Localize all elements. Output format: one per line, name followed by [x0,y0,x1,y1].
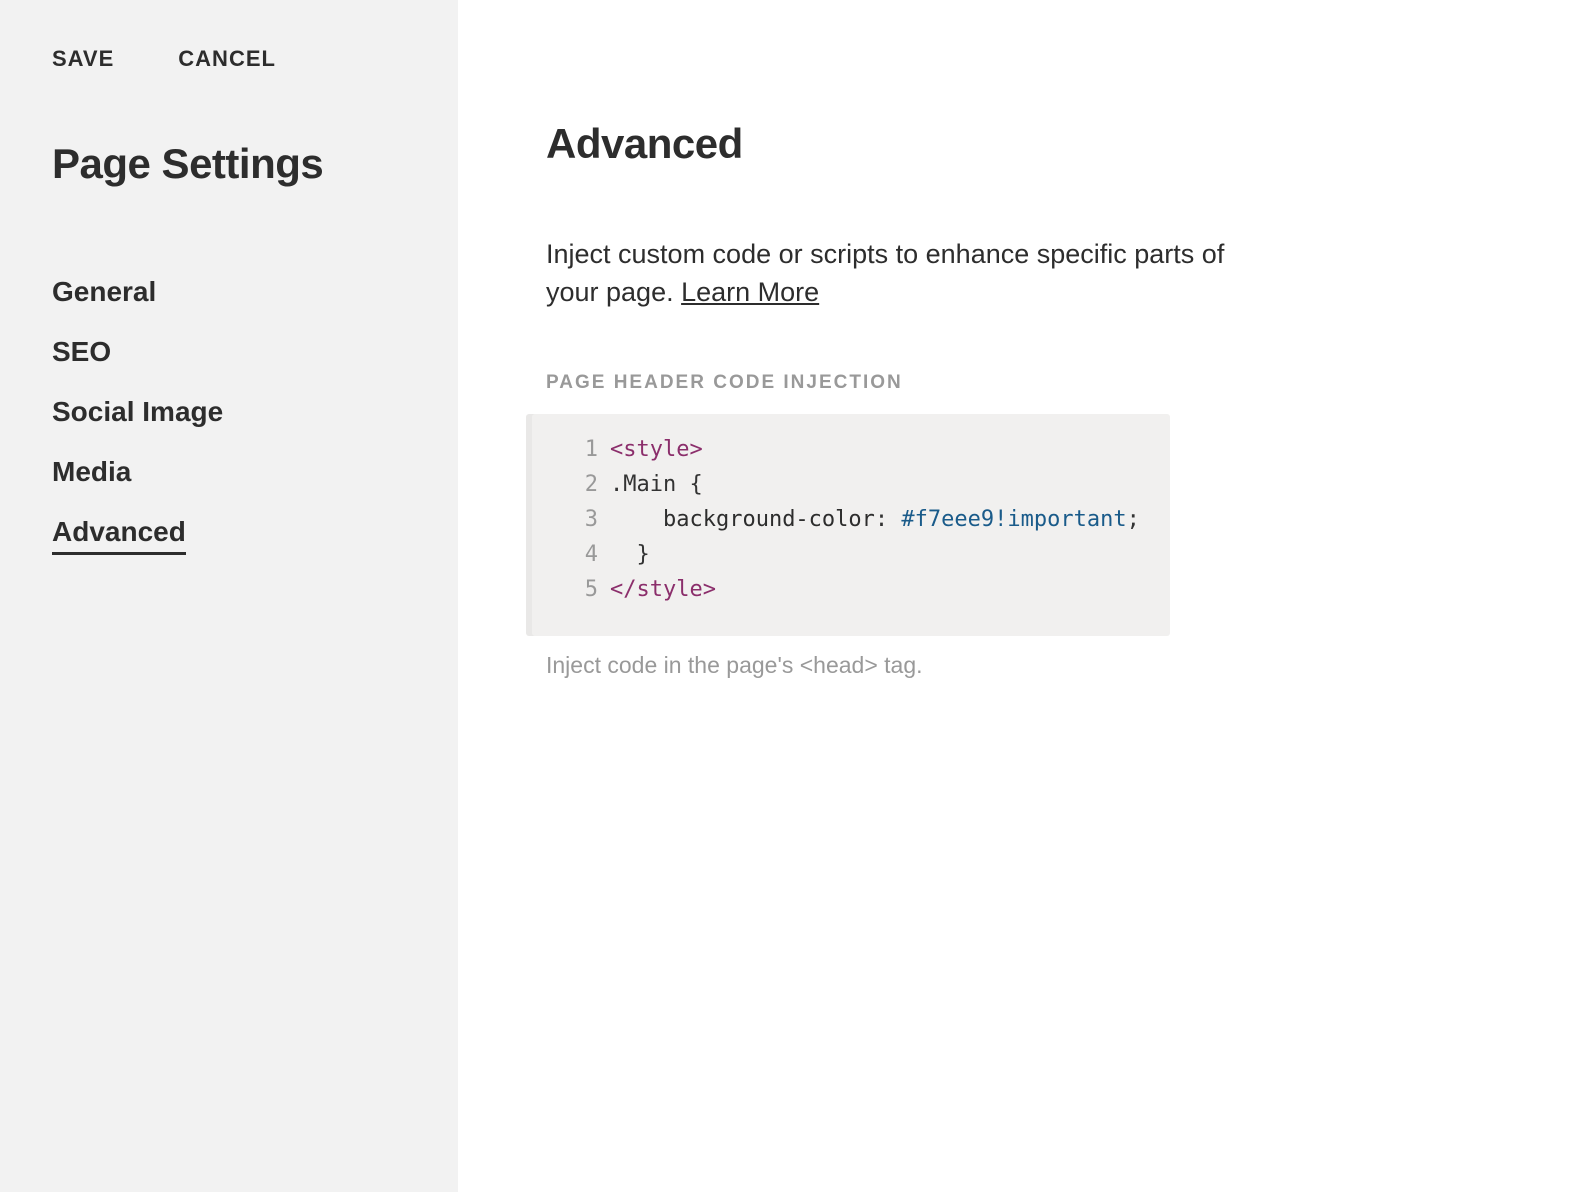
code-line-content: background-color: #f7eee9!important; [610,502,1140,537]
code-line-content: } [610,537,650,572]
save-button[interactable]: SAVE [52,46,114,72]
page-title: Advanced [546,120,1506,168]
nav-item-social-image[interactable]: Social Image [52,382,406,442]
code-line-content: </style> [610,572,716,607]
code-line[interactable]: 4 } [566,537,1150,572]
sidebar-actions: SAVE CANCEL [52,46,406,72]
line-number: 1 [566,432,598,467]
description-text: Inject custom code or scripts to enhance… [546,239,1224,307]
nav-item-advanced[interactable]: Advanced [52,502,406,569]
sidebar-title: Page Settings [52,140,406,188]
code-line[interactable]: 2 .Main { [566,467,1150,502]
code-line-content: .Main { [610,467,703,502]
line-number: 5 [566,572,598,607]
nav-item-media[interactable]: Media [52,442,406,502]
line-number: 3 [566,502,598,537]
nav-item-seo[interactable]: SEO [52,322,406,382]
description: Inject custom code or scripts to enhance… [546,236,1266,312]
nav-list: General SEO Social Image Media Advanced [52,262,406,569]
learn-more-link[interactable]: Learn More [681,277,819,307]
section-label: PAGE HEADER CODE INJECTION [546,372,1506,394]
nav-item-general[interactable]: General [52,262,406,322]
code-line-content: <style> [610,432,703,467]
nav-item-label: Social Image [52,396,223,428]
code-editor[interactable]: 1<style>2.Main {3 background-color: #f7e… [526,414,1170,636]
helper-text: Inject code in the page's <head> tag. [546,652,1506,679]
code-line[interactable]: 3 background-color: #f7eee9!important; [566,502,1150,537]
code-line[interactable]: 1 <style> [566,432,1150,467]
line-number: 2 [566,467,598,502]
cancel-button[interactable]: CANCEL [178,46,276,72]
nav-item-label: General [52,276,156,308]
line-number: 4 [566,537,598,572]
code-line[interactable]: 5 </style> [566,572,1150,607]
nav-item-label: Advanced [52,516,186,555]
main-content: Advanced Inject custom code or scripts t… [458,0,1594,1192]
nav-item-label: SEO [52,336,111,368]
nav-item-label: Media [52,456,131,488]
sidebar: SAVE CANCEL Page Settings General SEO Soci… [0,0,458,1192]
